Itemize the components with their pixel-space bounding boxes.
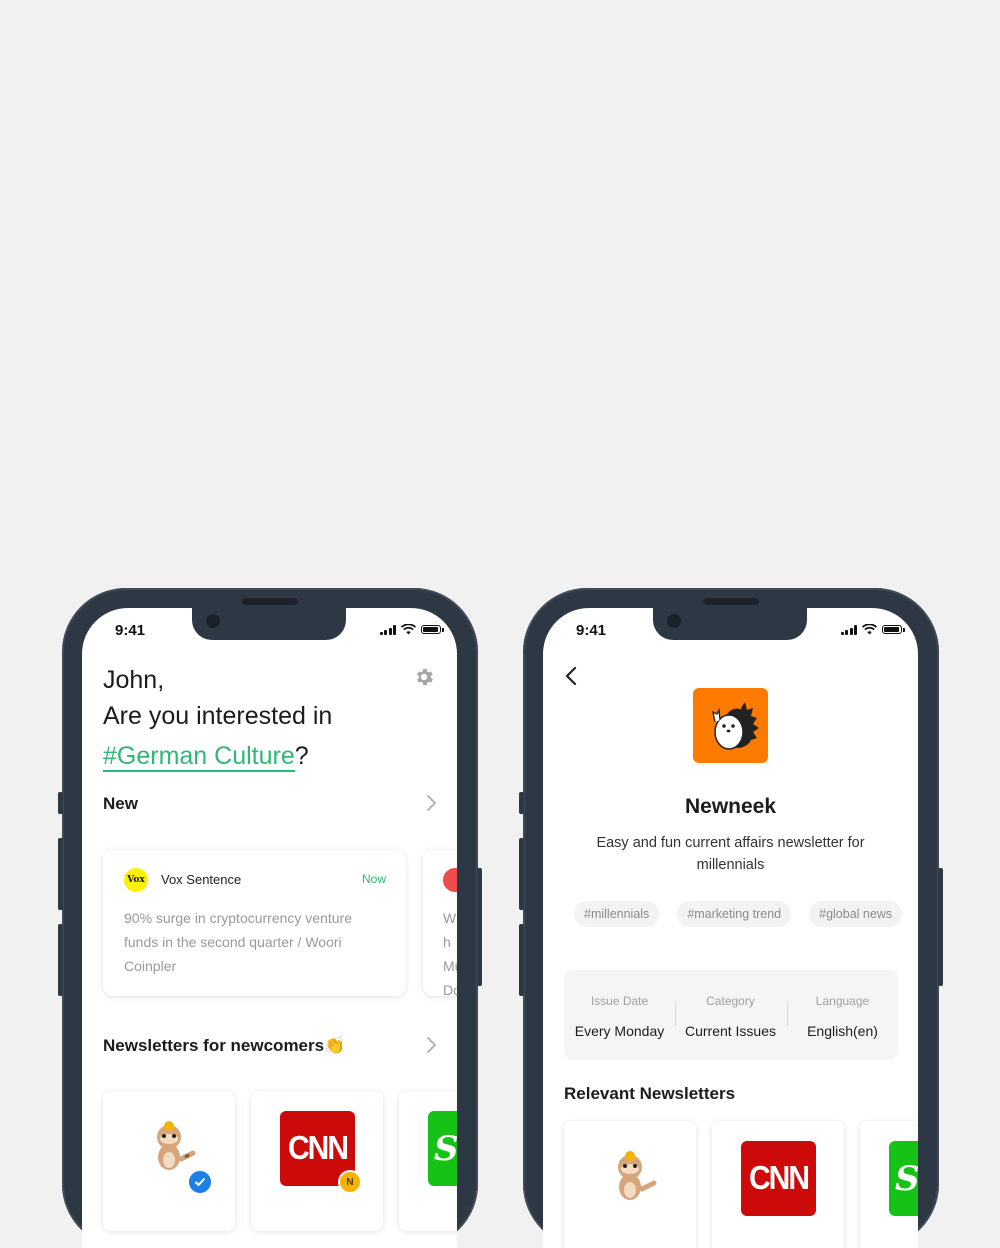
volume-up-button — [58, 838, 63, 910]
battery-icon — [421, 625, 444, 634]
green-logo: S — [889, 1141, 918, 1216]
info-value: Current Issues — [684, 1023, 777, 1039]
verified-badge-icon — [187, 1169, 213, 1195]
greeting-name: John, — [103, 666, 165, 694]
raccoon-mascot-icon — [618, 1151, 657, 1200]
info-issue-date: Issue Date Every Monday — [564, 970, 675, 1060]
notch — [192, 608, 346, 640]
signal-icon — [379, 624, 396, 635]
newsletter-tile[interactable]: S — [399, 1091, 457, 1231]
home-screen: 9:41 John, Are you interested in #German… — [82, 608, 457, 1248]
newcomers-section-title: Newsletters for newcomers👏 — [103, 1036, 346, 1055]
chevron-right-icon[interactable] — [425, 794, 437, 812]
news-card-peek[interactable]: Wh Mu Do — [423, 850, 457, 998]
vox-logo: Vox — [124, 868, 148, 892]
tag-chip[interactable]: #millennials — [574, 901, 660, 927]
info-value: Every Monday — [574, 1023, 665, 1039]
greeting: John, Are you interested in #German Cult… — [103, 662, 332, 774]
mute-switch — [519, 792, 524, 814]
wifi-icon — [862, 624, 877, 635]
info-value: English(en) — [807, 1023, 878, 1039]
volume-down-button — [58, 924, 63, 996]
battery-icon — [882, 625, 905, 634]
info-panel: Issue Date Every Monday Category Current… — [564, 970, 898, 1060]
card-text: 90% surge in cryptocurrency venture fund… — [124, 910, 352, 974]
newsletter-tile[interactable]: CNN N — [251, 1091, 383, 1231]
relevant-section-title: Relevant Newsletters — [564, 1084, 736, 1103]
source-logo — [443, 868, 457, 892]
info-label: Language — [815, 994, 870, 1008]
detail-screen: 9:41 Newneek Easy and fun current affair… — [543, 608, 918, 1248]
camera — [206, 614, 220, 628]
tag-list: #millennials #marketing trend #global ne… — [574, 901, 903, 927]
power-button — [938, 868, 943, 986]
newsletter-title: Newneek — [684, 795, 777, 818]
interest-suffix: ? — [294, 742, 309, 770]
new-section-title: New — [103, 794, 138, 813]
volume-up-button — [519, 838, 524, 910]
signal-icon — [840, 624, 857, 635]
interest-tag[interactable]: #German Culture — [103, 742, 295, 772]
green-logo: S — [428, 1111, 457, 1186]
news-card[interactable]: Vox Vox Sentence Now 90% surge in crypto… — [103, 850, 406, 996]
wifi-icon — [401, 624, 416, 635]
newneek-logo — [693, 688, 768, 763]
cnn-logo: CNN — [741, 1141, 816, 1216]
camera — [667, 614, 681, 628]
hedgehog-mascot-icon — [712, 702, 759, 750]
power-button — [477, 868, 482, 986]
gear-icon[interactable] — [413, 666, 435, 688]
card-time: Now — [361, 872, 386, 886]
volume-down-button — [519, 924, 524, 996]
info-language: Language English(en) — [787, 970, 898, 1060]
phone-home: 9:41 John, Are you interested in #German… — [58, 588, 482, 1248]
info-category: Category Current Issues — [675, 970, 786, 1060]
status-time: 9:41 — [115, 622, 146, 639]
newsletter-tile[interactable] — [564, 1121, 696, 1248]
info-label: Issue Date — [590, 994, 649, 1008]
newsletter-tile[interactable] — [103, 1091, 235, 1231]
info-label: Category — [706, 994, 755, 1008]
raccoon-mascot-icon — [157, 1121, 196, 1170]
chevron-right-icon[interactable] — [425, 1036, 437, 1054]
phone-detail: 9:41 Newneek Easy and fun current affair… — [519, 588, 943, 1248]
mute-switch — [58, 792, 63, 814]
newsletter-tile[interactable]: CNN — [712, 1121, 844, 1248]
back-arrow-icon[interactable] — [564, 666, 578, 686]
card-source: Vox Sentence — [161, 872, 242, 887]
card-text-peek: Wh Mu Do — [443, 910, 457, 998]
status-time: 9:41 — [576, 622, 607, 639]
speaker — [703, 598, 759, 605]
newsletter-tile[interactable]: S — [860, 1121, 918, 1248]
greeting-question: Are you interested in — [103, 702, 333, 730]
tag-chip[interactable]: #global news — [809, 901, 903, 927]
status-icons — [379, 624, 444, 635]
tag-chip[interactable]: #marketing trend — [677, 901, 792, 927]
new-badge: N — [338, 1170, 362, 1194]
speaker — [242, 598, 298, 605]
status-icons — [840, 624, 905, 635]
newsletter-description: Easy and fun current affairs newsletter … — [596, 835, 865, 873]
notch — [653, 608, 807, 640]
